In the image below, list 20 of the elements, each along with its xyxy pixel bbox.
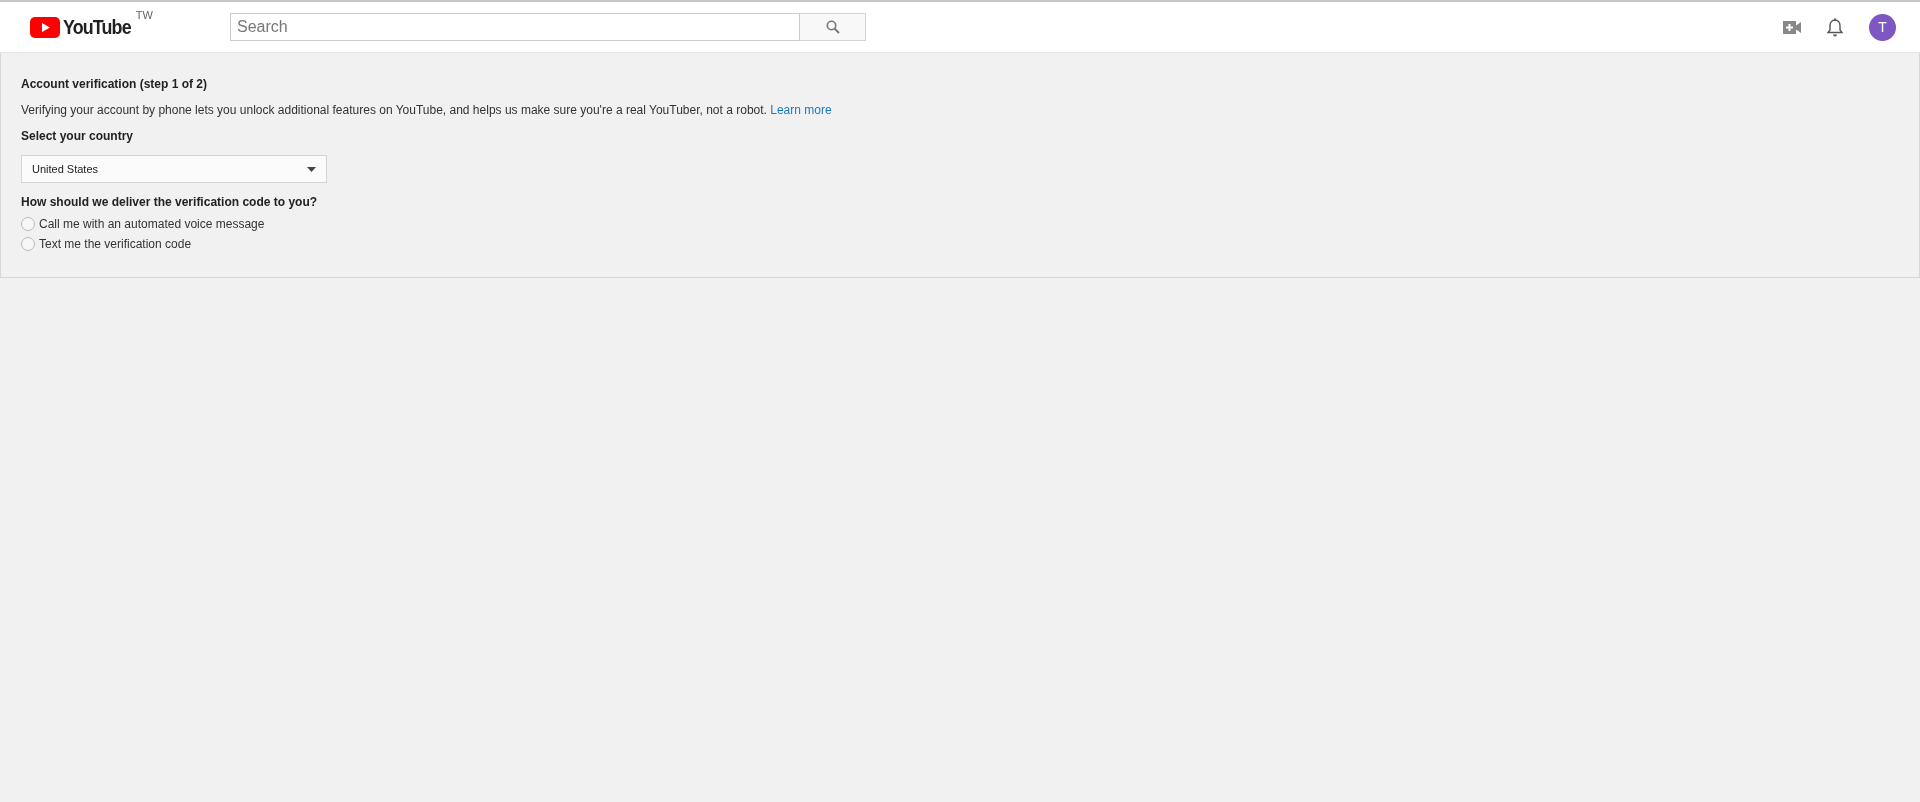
region-label: TW [135,9,153,21]
radio-button[interactable] [21,217,35,231]
caret-icon [307,166,316,172]
section-title: Account verification (step 1 of 2) [21,77,209,91]
country-dropdown[interactable]: United States [21,155,327,183]
option-label[interactable]: Call me with an automated voice message [39,217,265,231]
search-field[interactable]: Search [230,13,800,41]
avatar[interactable]: T [1869,13,1896,41]
logo-text[interactable]: YouTube [63,15,131,39]
description-text: Verifying your account by phone lets you unlock additional features on YouTube, and helps us make sure you're a real YouTuber, not a robot. Learn more [21,103,833,117]
country-label: Select your country [21,129,135,143]
delivery-label: How should we deliver the verification code to you? [21,195,319,209]
search-icon [825,20,840,34]
play-logo-icon [30,16,60,38]
video-camera-plus-icon[interactable] [1783,20,1801,34]
radio-button[interactable] [21,237,35,251]
option-label[interactable]: Text me the verification code [39,237,192,251]
learn-more-link[interactable]: Learn more [770,103,832,117]
search-button[interactable] [800,13,866,41]
bell-icon[interactable] [1827,17,1843,37]
